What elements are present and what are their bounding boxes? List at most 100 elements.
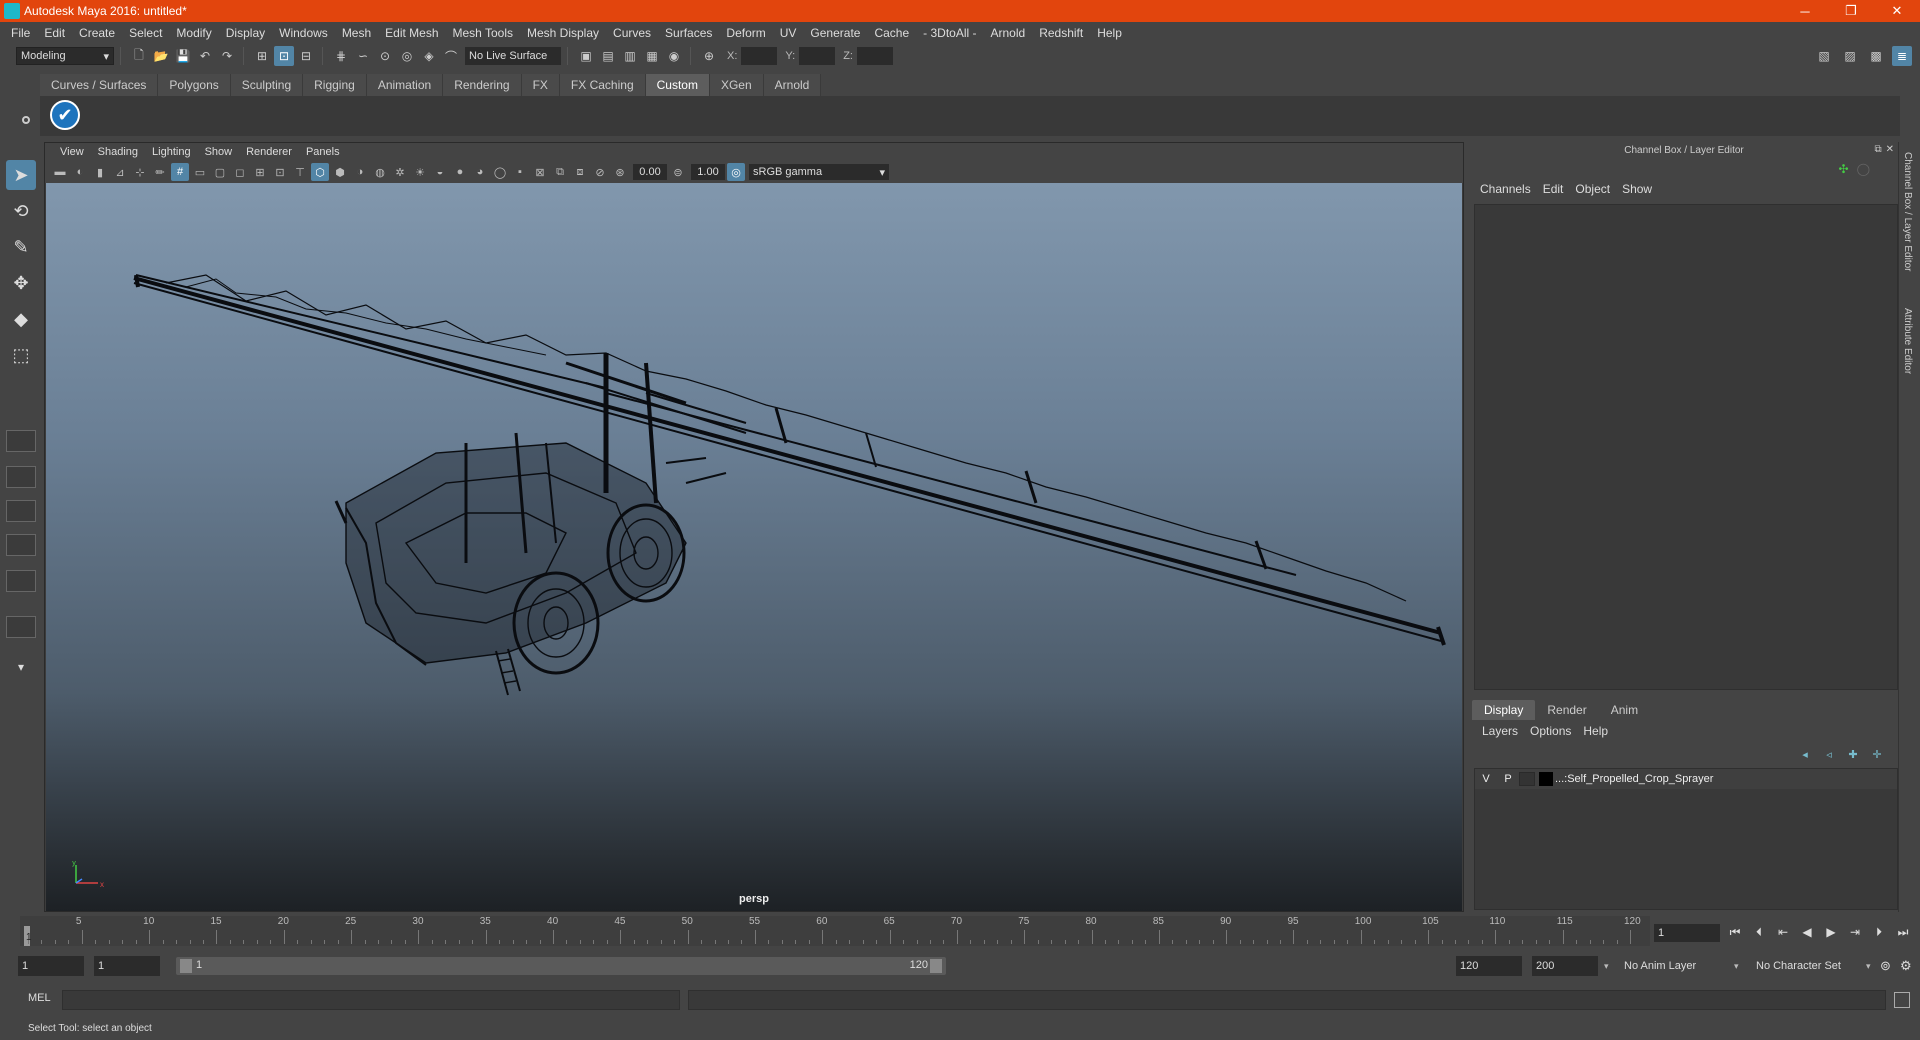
safe-action-icon[interactable]: ⊡ <box>271 163 289 181</box>
snap-grid-icon[interactable]: ⋕ <box>331 46 351 66</box>
close-button[interactable]: ✕ <box>1874 0 1920 22</box>
render-view-icon[interactable]: ▣ <box>576 46 596 66</box>
xray-components-icon[interactable]: ⊘ <box>591 163 609 181</box>
smooth-shade-icon[interactable]: ⬢ <box>331 163 349 181</box>
auto-key-icon[interactable]: ⊚ <box>1880 956 1892 976</box>
character-set-selector[interactable]: No Character Set <box>1756 956 1866 976</box>
move-tool-icon[interactable]: ✥ <box>6 268 36 298</box>
menu-modify[interactable]: Modify <box>169 26 218 40</box>
lights-icon[interactable]: ☀ <box>411 163 429 181</box>
tab-animation[interactable]: Animation <box>366 74 444 96</box>
attribute-editor-icon[interactable]: ▨ <box>1840 46 1860 66</box>
grid-icon[interactable]: # <box>171 163 189 181</box>
shelf-settings-icon[interactable] <box>22 116 30 124</box>
viewport-canvas[interactable]: x y persp <box>46 183 1462 911</box>
tab-anim-layers[interactable]: Anim <box>1598 700 1651 720</box>
menu-redshift[interactable]: Redshift <box>1032 26 1090 40</box>
paint-select-icon[interactable]: ✎ <box>6 232 36 262</box>
use-default-material-icon[interactable]: ◑ <box>351 163 369 181</box>
four-view-layout-icon[interactable] <box>6 466 36 488</box>
mode-selector[interactable]: Modeling ▾ <box>16 47 114 65</box>
gate-mask-icon[interactable]: ◻ <box>231 163 249 181</box>
single-perspective-layout-icon[interactable] <box>6 430 36 452</box>
motion-blur-icon[interactable]: ◕ <box>471 163 489 181</box>
range-slider[interactable]: 1 120 <box>176 957 946 975</box>
go-to-end-icon[interactable]: ⏭ <box>1894 922 1912 942</box>
viewport-menu-lighting[interactable]: Lighting <box>145 146 198 158</box>
channel-edit-menu[interactable]: Edit <box>1537 182 1570 196</box>
menu-help[interactable]: Help <box>1090 26 1129 40</box>
tab-render-layers[interactable]: Render <box>1535 700 1599 720</box>
menu-3dtoall[interactable]: - 3DtoAll - <box>916 26 983 40</box>
redo-icon[interactable]: ↷ <box>217 46 237 66</box>
viewport-menu-show[interactable]: Show <box>198 146 240 158</box>
menu-deform[interactable]: Deform <box>719 26 772 40</box>
float-panel-icon[interactable]: ⧉ <box>1874 144 1881 155</box>
xray-icon[interactable]: ⧉ <box>551 163 569 181</box>
menu-curves[interactable]: Curves <box>606 26 658 40</box>
tab-polygons[interactable]: Polygons <box>158 74 231 96</box>
tab-custom[interactable]: Custom <box>645 74 710 96</box>
camera-select-icon[interactable]: ▬ <box>51 163 69 181</box>
hypershade-icon[interactable]: ◉ <box>664 46 684 66</box>
chevron-down-icon[interactable]: ▾ <box>1734 956 1746 976</box>
channel-box-settings-icon[interactable]: ◯ <box>1857 162 1870 176</box>
restore-button[interactable]: ❐ <box>1828 0 1874 22</box>
2d-pan-zoom-icon[interactable]: ⊹ <box>131 163 149 181</box>
new-scene-icon[interactable]: 🗋 <box>129 46 149 66</box>
play-forwards-icon[interactable]: ▶ <box>1822 922 1840 942</box>
move-layer-up-icon[interactable]: ◂ <box>1796 748 1814 762</box>
channels-menu[interactable]: Channels <box>1474 182 1537 196</box>
layer-help-menu[interactable]: Help <box>1577 724 1614 738</box>
new-empty-layer-icon[interactable]: ✚ <box>1844 748 1862 762</box>
side-tab-attribute-editor[interactable]: Attribute Editor <box>1902 308 1913 374</box>
time-slider[interactable]: 1 5 10 15 20 25 30 35 40 45 50 55 60 65 70 75 80 85 90 95 1… <box>20 916 1650 946</box>
select-object-icon[interactable]: ⊡ <box>274 46 294 66</box>
layer-row[interactable]: V P ...:Self_Propelled_Crop_Sprayer <box>1475 769 1897 789</box>
open-scene-icon[interactable]: 📂 <box>151 46 171 66</box>
toolbox-more-icon[interactable]: ▾ <box>6 652 36 682</box>
viewport-menu-shading[interactable]: Shading <box>91 146 145 158</box>
chevron-down-icon[interactable]: ▾ <box>1604 956 1616 976</box>
transform-field-icon[interactable]: ⊕ <box>699 46 719 66</box>
tool-settings-icon[interactable]: ▩ <box>1866 46 1886 66</box>
close-panel-icon[interactable]: ✕ <box>1886 144 1894 155</box>
checkmark-shelf-icon[interactable]: ✔ <box>50 100 80 130</box>
viewport-menu-panels[interactable]: Panels <box>299 146 347 158</box>
modeling-toolkit-icon[interactable]: ▧ <box>1814 46 1834 66</box>
bookmark-icon[interactable]: ▮ <box>91 163 109 181</box>
wireframe-icon[interactable]: ⬡ <box>311 163 329 181</box>
animation-start-field[interactable]: 1 <box>18 956 84 976</box>
layer-visibility-toggle[interactable]: V <box>1475 773 1497 785</box>
menu-cache[interactable]: Cache <box>867 26 916 40</box>
tab-rigging[interactable]: Rigging <box>303 74 367 96</box>
go-to-start-icon[interactable]: ⏮ <box>1726 922 1744 942</box>
layer-name[interactable]: ...:Self_Propelled_Crop_Sprayer <box>1555 773 1713 785</box>
color-space-selector[interactable]: sRGB gamma ▾ <box>749 164 889 180</box>
z-field[interactable] <box>856 47 893 65</box>
live-surface-field[interactable]: No Live Surface <box>465 47 561 65</box>
ipr-render-icon[interactable]: ▥ <box>620 46 640 66</box>
textured-icon[interactable]: ✲ <box>391 163 409 181</box>
snap-curve-icon[interactable]: ∽ <box>353 46 373 66</box>
anim-layer-selector[interactable]: No Anim Layer <box>1624 956 1734 976</box>
step-back-key-icon[interactable]: ⇤ <box>1774 922 1792 942</box>
command-input[interactable] <box>62 990 680 1010</box>
persp-graph-layout-icon[interactable] <box>6 534 36 556</box>
safe-title-icon[interactable]: ⊤ <box>291 163 309 181</box>
minimize-button[interactable]: ─ <box>1782 0 1828 22</box>
channel-object-menu[interactable]: Object <box>1569 182 1616 196</box>
film-gate-icon[interactable]: ▭ <box>191 163 209 181</box>
tab-curves-surfaces[interactable]: Curves / Surfaces <box>40 74 159 96</box>
snap-point-icon[interactable]: ⊙ <box>375 46 395 66</box>
grease-pencil-icon[interactable]: ✏ <box>151 163 169 181</box>
select-tool-icon[interactable]: ➤ <box>6 160 36 190</box>
xray-joints-icon[interactable]: ⧈ <box>571 163 589 181</box>
persp-outliner-layout-icon[interactable] <box>6 500 36 522</box>
select-hierarchy-icon[interactable]: ⊞ <box>252 46 272 66</box>
hypershade-layout-icon[interactable] <box>6 570 36 592</box>
channel-box-icon[interactable]: ≣ <box>1892 46 1912 66</box>
save-scene-icon[interactable]: 💾 <box>173 46 193 66</box>
menu-mesh-tools[interactable]: Mesh Tools <box>446 26 520 40</box>
make-live-icon[interactable]: ⌒ <box>441 46 461 66</box>
